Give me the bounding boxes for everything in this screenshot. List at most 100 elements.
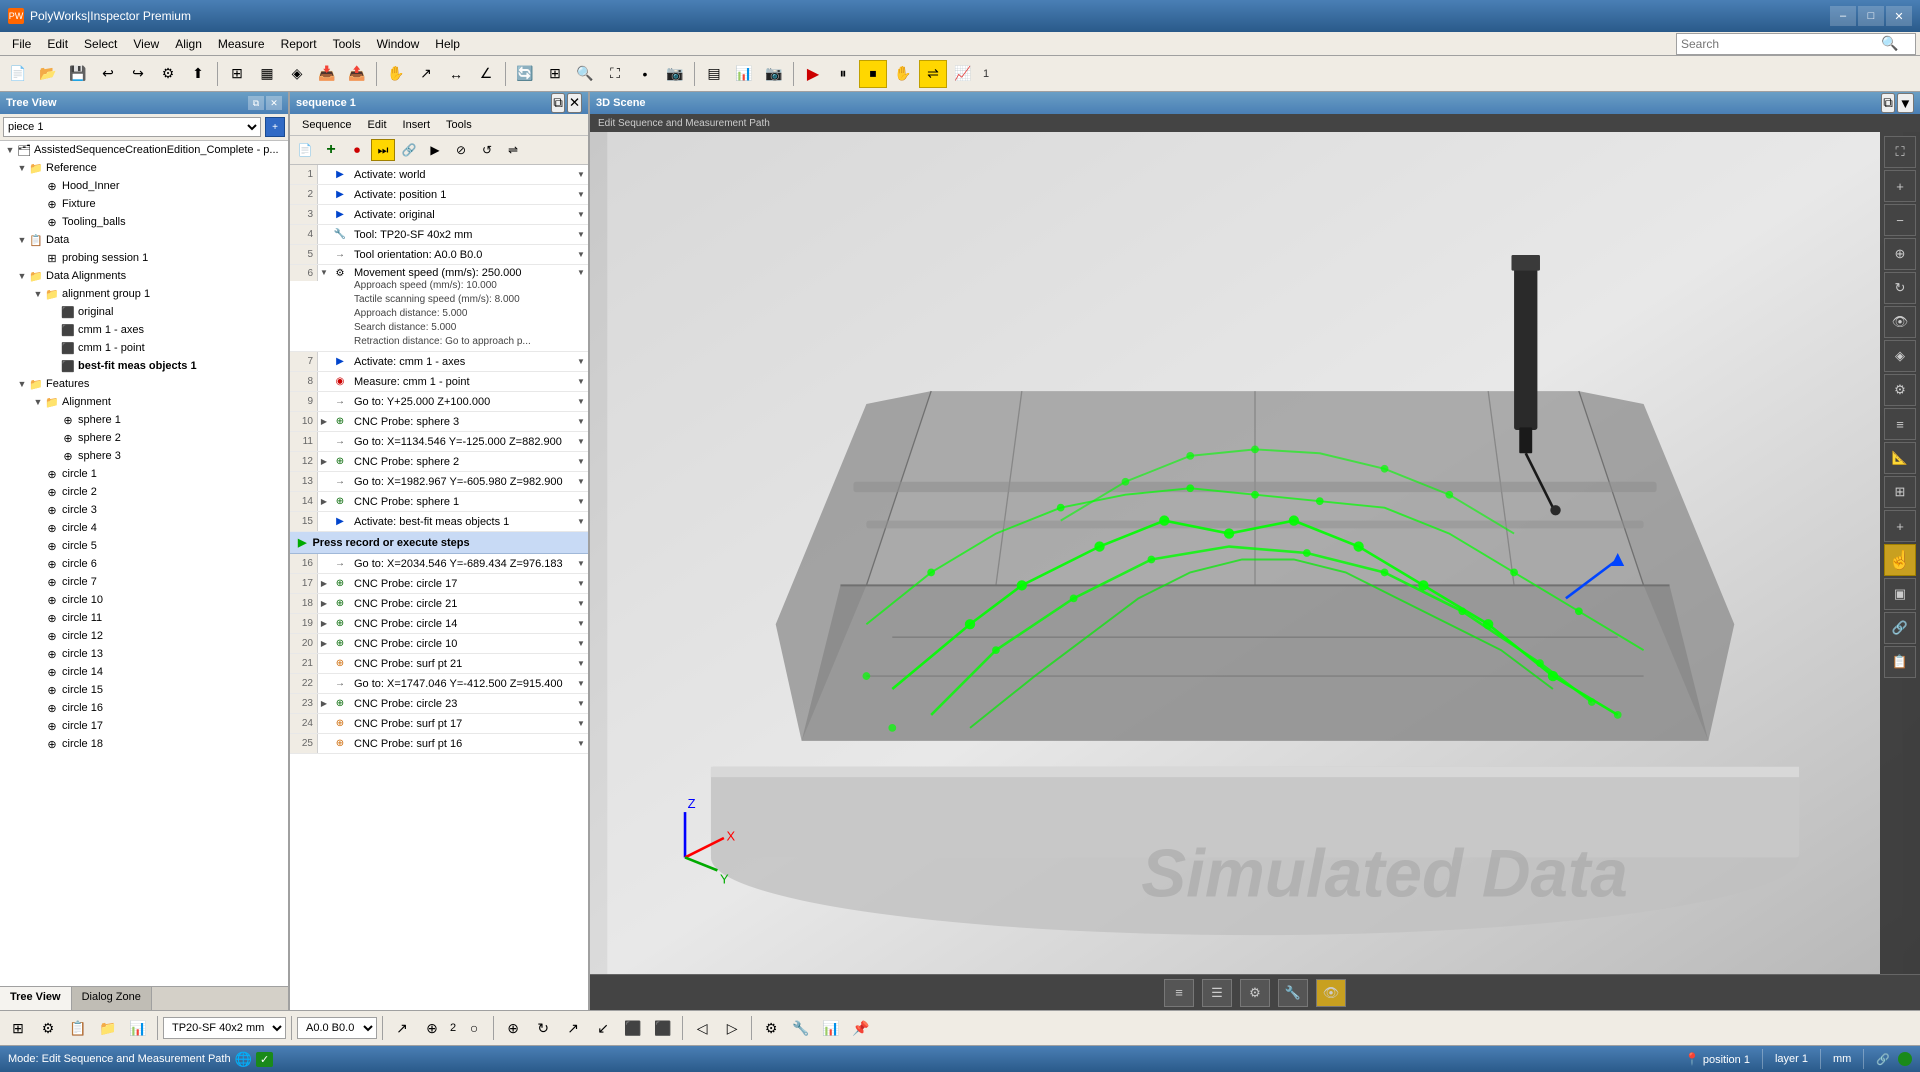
tree-view[interactable]: ▼ 🗂 AssistedSequenceCreationEdition_Comp… [0,141,288,986]
scene-3d-viewport[interactable]: Z X Y Simulated Data ⛶ + − ⊕ ↻ 👁 ◈ ⚙ ≡ 📐 [590,132,1920,974]
seq-row-14[interactable]: 14 ▶ ⊕ CNC Probe: sphere 1 ▼ [290,492,588,512]
shape-button[interactable]: ◈ [283,60,311,88]
seq-record-btn[interactable]: ⏺ [345,139,369,161]
new-button[interactable]: 📄 [4,60,32,88]
tree-item-alignments[interactable]: ▼ 📁 Data Alignments [0,267,288,285]
settings-button[interactable]: ⚙ [154,60,182,88]
zoom-button[interactable]: 🔍 [571,60,599,88]
search-icon[interactable]: 🔍 [1881,35,1898,52]
menu-align[interactable]: Align [167,35,210,53]
row-expand-23[interactable]: ▶ [318,694,330,713]
scene-btn-view-options[interactable]: 👁 [1884,306,1916,338]
tree-item-alignment-sub[interactable]: ▼ 📁 Alignment [0,393,288,411]
tree-item-circle16[interactable]: ⊕ circle 16 [0,699,288,717]
orientation-select[interactable]: A0.0 B0.0 [297,1017,377,1039]
scene-btn-settings2[interactable]: ⚙ [1884,374,1916,406]
row-expand-6[interactable]: ▼ [318,265,330,277]
tree-item-circle18[interactable]: ⊕ circle 18 [0,735,288,753]
seq-float-button[interactable]: ⧉ [551,93,565,113]
scene-btn-zoom-in[interactable]: + [1884,170,1916,202]
seq-reset-btn[interactable]: ↺ [475,139,499,161]
seq-row-20[interactable]: 20 ▶ ⊕ CNC Probe: circle 10 ▼ [290,634,588,654]
fit-button[interactable]: ⛶ [601,60,629,88]
row-expand-12[interactable]: ▶ [318,452,330,471]
seq-row-21[interactable]: 21 ⊕ CNC Probe: surf pt 21 ▼ [290,654,588,674]
bt-btn-3[interactable]: 📋 [64,1014,92,1042]
row-arrow-15[interactable]: ▼ [574,512,588,531]
row-arrow-3[interactable]: ▼ [574,205,588,224]
menu-report[interactable]: Report [273,35,325,53]
menu-file[interactable]: File [4,35,39,53]
bt-btn-pin[interactable]: 📌 [847,1014,875,1042]
seq-row-15[interactable]: 15 ▶ Activate: best-fit meas objects 1 ▼ [290,512,588,532]
tree-item-circle11[interactable]: ⊕ circle 11 [0,609,288,627]
bt-btn-probe[interactable]: ↗ [388,1014,416,1042]
tree-item-sphere1[interactable]: ⊕ sphere 1 [0,411,288,429]
row-arrow-6[interactable]: ▼ [574,265,588,277]
seq-row-5[interactable]: 5 → Tool orientation: A0.0 B0.0 ▼ [290,245,588,265]
menu-window[interactable]: Window [369,35,428,53]
scene-btn-link2[interactable]: 🔗 [1884,612,1916,644]
scene-bottom-tools-btn[interactable]: 🔧 [1278,979,1308,1007]
scene-btn-render[interactable]: ◈ [1884,340,1916,372]
row-arrow-17[interactable]: ▼ [574,574,588,593]
hand-button[interactable]: ✋ [382,60,410,88]
menu-measure[interactable]: Measure [210,35,273,53]
scene-expand-button[interactable]: ▼ [1897,93,1914,113]
tree-item-root[interactable]: ▼ 🗂 AssistedSequenceCreationEdition_Comp… [0,141,288,159]
tree-toggle-aligngroup[interactable]: ▼ [32,289,44,299]
bt-btn-sphere[interactable]: ○ [460,1014,488,1042]
tree-item-circle14[interactable]: ⊕ circle 14 [0,663,288,681]
table-button[interactable]: ▦ [253,60,281,88]
measure-angle-button[interactable]: ∠ [472,60,500,88]
row-expand-20[interactable]: ▶ [318,634,330,653]
row-arrow-7[interactable]: ▼ [574,352,588,371]
maximize-button[interactable]: □ [1858,6,1884,26]
seq-row-6[interactable]: 6 ▼ ⚙ Movement speed (mm/s): 250.000 App… [290,265,588,352]
tree-item-sphere3[interactable]: ⊕ sphere 3 [0,447,288,465]
tree-item-aligngroup[interactable]: ▼ 📁 alignment group 1 [0,285,288,303]
menu-help[interactable]: Help [427,35,468,53]
row-expand-14[interactable]: ▶ [318,492,330,511]
seq-row-13[interactable]: 13 → Go to: X=1982.967 Y=-605.980 Z=982.… [290,472,588,492]
row-arrow-1[interactable]: ▼ [574,165,588,184]
tree-toggle-data[interactable]: ▼ [16,235,28,245]
tab-dialog-zone[interactable]: Dialog Zone [72,987,152,1010]
seq-row-19[interactable]: 19 ▶ ⊕ CNC Probe: circle 14 ▼ [290,614,588,634]
chart-button[interactable]: 📊 [730,60,758,88]
panel-float-button[interactable]: ⧉ [248,96,264,110]
tree-item-circle6[interactable]: ⊕ circle 6 [0,555,288,573]
tree-item-hood[interactable]: ⊕ Hood_Inner [0,177,288,195]
seq-add-btn[interactable]: + [319,139,343,161]
rotate-button[interactable]: 🔄 [511,60,539,88]
bt-btn-stop-red[interactable]: ⬛ [619,1014,647,1042]
tree-item-circle13[interactable]: ⊕ circle 13 [0,645,288,663]
row-expand-17[interactable]: ▶ [318,574,330,593]
seq-row-8[interactable]: 8 ◉ Measure: cmm 1 - point ▼ [290,372,588,392]
scene-bottom-eye-btn[interactable]: 👁 [1316,979,1346,1007]
seq-run-btn[interactable]: ▶ [423,139,447,161]
scene-bottom-settings-btn[interactable]: ⚙ [1240,979,1270,1007]
seq-link-btn[interactable]: 🔗 [397,139,421,161]
scene-btn-zoom-all[interactable]: ⛶ [1884,136,1916,168]
piece-select[interactable]: piece 1 [3,117,261,137]
row-arrow-24[interactable]: ▼ [574,714,588,733]
play-button[interactable]: ▶ [799,60,827,88]
tree-item-cmm-axes[interactable]: ⬛ cmm 1 - axes [0,321,288,339]
bt-btn-action2[interactable]: ↻ [529,1014,557,1042]
tree-item-circle10[interactable]: ⊕ circle 10 [0,591,288,609]
scene-btn-add-point[interactable]: + [1884,510,1916,542]
photo-button[interactable]: 📷 [661,60,689,88]
row-arrow-2[interactable]: ▼ [574,185,588,204]
tree-toggle[interactable]: ▼ [4,145,16,155]
tree-toggle-ref[interactable]: ▼ [16,163,28,173]
stop-button[interactable]: ⏹ [859,60,887,88]
search-input[interactable] [1681,37,1881,51]
menu-edit[interactable]: Edit [39,35,76,53]
bt-btn-forward[interactable]: ▷ [718,1014,746,1042]
pointer-button[interactable]: ⬆ [184,60,212,88]
seq-step-btn[interactable]: ⏭ [371,139,395,161]
seq-menu-insert[interactable]: Insert [395,117,439,133]
seq-row-16[interactable]: 16 → Go to: X=2034.546 Y=-689.434 Z=976.… [290,554,588,574]
bt-btn-action1[interactable]: ⊕ [499,1014,527,1042]
